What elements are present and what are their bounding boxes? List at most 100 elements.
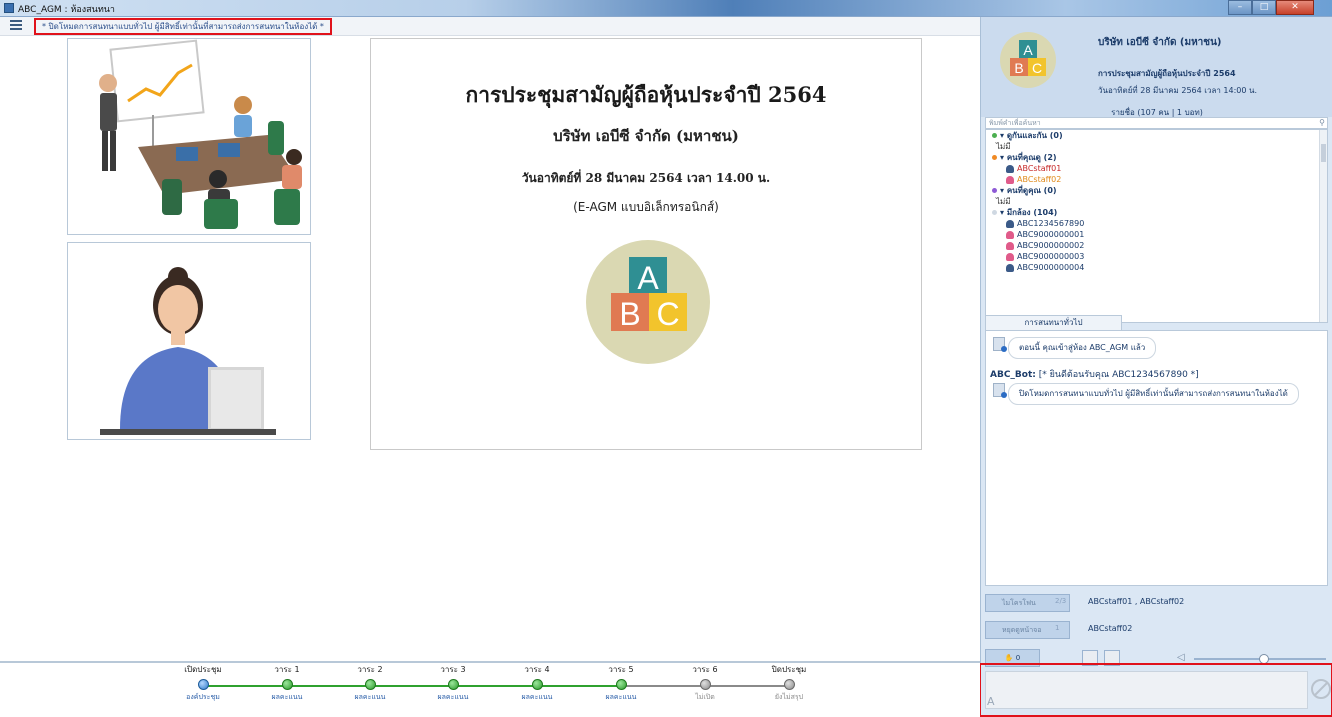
tree-group[interactable]: ▾ คนที่ดูคุณ (0) [986,185,1327,196]
stop-screen-label: หยุดดูหน้าจอ [1002,626,1042,634]
presentation-slide: การประชุมสามัญผู้ถือหุ้นประจำปี 2564 บริ… [370,38,922,450]
timeline-dot-icon[interactable] [531,679,543,690]
timeline-step[interactable]: เปิดประชุมองค์ประชุม [168,663,238,703]
timeline-dot-icon[interactable] [364,679,376,690]
search-icon[interactable]: ⚲ [1319,118,1325,128]
tree-user-name: ABC9000000004 [1017,263,1085,272]
user-icon [1006,263,1014,272]
maximize-button[interactable]: □ [1252,0,1276,15]
logo-letter-b: B [619,296,640,332]
status-dot-icon [992,210,997,215]
user-icon [1006,175,1014,184]
minimize-button[interactable]: – [1228,0,1252,15]
tree-user[interactable]: ABC9000000002 [986,240,1327,251]
timeline-dot-icon[interactable] [281,679,293,690]
bot-icon [993,383,1007,398]
meeting-header: A B C บริษัท เอบีซี จำกัด (มหาชน) การประ… [981,17,1332,117]
timeline-dot-icon[interactable] [197,679,209,690]
slide-mode: (E-AGM แบบอิเล็กทรอนิกส์) [573,200,719,214]
status-dot-icon [992,133,997,138]
status-dot-icon [992,155,997,160]
window-controls: – □ ✕ [1228,0,1314,15]
window-titlebar: ABC_AGM : ห้องสนทนา – □ ✕ [0,0,1332,17]
message-input[interactable] [985,671,1308,709]
tree-group[interactable]: ▾ มีกล้อง (104) [986,207,1327,218]
send-disabled-icon[interactable] [1311,679,1331,699]
timeline-step[interactable]: วาระ 6 ไม่เปิด [670,663,740,703]
slide-date: วันอาทิตย์ที่ 28 มีนาคม 2564 เวลา 14.00 … [521,171,771,185]
tree-empty-label: ไม่มี [996,142,1011,151]
font-icon[interactable]: A [987,695,995,708]
tree-group[interactable]: ▾ คนที่คุณดู (2) [986,152,1327,163]
tree-user[interactable]: ABCstaff02 [986,174,1327,185]
tree-user[interactable]: ABC9000000001 [986,229,1327,240]
timeline-step-status[interactable]: ยังไม่สรุป [754,692,824,703]
tree-user-name: ABC9000000003 [1017,252,1085,261]
chevron-down-icon[interactable]: ▾ [1000,131,1007,140]
timeline-step[interactable]: ปิดประชุม ยังไม่สรุป [754,663,824,703]
timeline-step[interactable]: วาระ 5 ผลคะแนน [586,663,656,703]
timeline-step[interactable]: วาระ 4 ผลคะแนน [502,663,572,703]
participant-illustration [100,267,276,435]
microphone-users: ABCstaff01 , ABCstaff02 [1088,597,1185,606]
timeline-step-status[interactable]: องค์ประชุม [168,692,238,703]
chevron-down-icon[interactable]: ▾ [1000,153,1007,162]
tree-group-label: คนที่คุณดู (2) [1006,153,1057,162]
user-icon [1006,164,1014,173]
window-title: ABC_AGM : ห้องสนทนา [18,5,115,15]
tree-user[interactable]: ABCstaff01 [986,163,1327,174]
timeline-dot-icon[interactable] [615,679,627,690]
tree-user[interactable]: ABC1234567890 [986,218,1327,229]
tree-user-name: ABC9000000002 [1017,241,1085,250]
timeline-step-status[interactable]: ผลคะแนน [586,692,656,703]
timeline-step-name: วาระ 4 [524,665,550,674]
search-input[interactable]: พิมพ์คำเพื่อค้นหา ⚲ [985,117,1328,129]
timeline-step[interactable]: วาระ 1 ผลคะแนน [252,663,322,703]
user-icon [1006,241,1014,250]
search-placeholder: พิมพ์คำเพื่อค้นหา [989,119,1041,127]
tree-scrollbar[interactable] [1319,130,1327,322]
bot-icon [993,337,1007,352]
timeline-dot-icon[interactable] [783,679,795,690]
chevron-down-icon[interactable]: ▾ [1000,208,1007,217]
timeline-step-name: วาระ 6 [692,665,718,674]
timeline-step-status[interactable]: ผลคะแนน [335,692,405,703]
slide-title: การประชุมสามัญผู้ถือหุ้นประจำปี 2564 [465,82,827,107]
timeline-dot-icon[interactable] [447,679,459,690]
tab-general-chat[interactable]: การสนทนาทั่วไป [985,315,1122,330]
timeline-step-status[interactable]: ผลคะแนน [418,692,488,703]
tree-group-label: มีกล้อง (104) [1006,208,1058,217]
timeline-step-status[interactable]: ผลคะแนน [502,692,572,703]
company-logo-c: C [1032,60,1042,76]
user-icon [1006,230,1014,239]
chat-mode-notice: * ปิดโหมดการสนทนาแบบทั่วไป ผู้มีสิทธิ์เท… [34,18,332,35]
timeline-step[interactable]: วาระ 3 ผลคะแนน [418,663,488,703]
menu-icon[interactable] [10,20,22,31]
logo-letter-a: A [637,260,659,296]
hand-count: 0 [1015,654,1021,662]
screen-row: หยุดดูหน้าจอ 1 ABCstaff02 [985,621,1328,639]
microphone-row: ไมโครโฟน 2/3 ABCstaff01 , ABCstaff02 [985,594,1328,612]
timeline-step[interactable]: วาระ 2 ผลคะแนน [335,663,405,703]
timeline-dot-icon[interactable] [699,679,711,690]
tree-user[interactable]: ABC9000000004 [986,262,1327,273]
video-tile-participant[interactable] [67,242,311,440]
participant-tree[interactable]: ▾ ดูกันและกัน (0) ไม่มี ▾ คนที่คุณดู (2) AB… [985,129,1328,323]
tree-empty-label: ไม่มี [996,197,1011,206]
tree-group[interactable]: ▾ ดูกันและกัน (0) [986,130,1327,141]
chevron-down-icon[interactable]: ▾ [1000,186,1007,195]
tree-scroll-thumb[interactable] [1321,144,1326,162]
close-button[interactable]: ✕ [1276,0,1314,15]
tree-user[interactable]: ABC9000000003 [986,251,1327,262]
right-panel: A B C บริษัท เอบีซี จำกัด (มหาชน) การประ… [979,17,1332,717]
timeline-step-name: วาระ 2 [357,665,383,674]
timeline-step-name: วาระ 1 [274,665,300,674]
chat-message-system: ตอนนี้ คุณเข้าสู่ห้อง ABC_AGM แล้ว [1008,337,1157,359]
screen-users: ABCstaff02 [1088,624,1133,633]
video-tile-presentation[interactable] [67,38,311,235]
timeline-step-status[interactable]: ผลคะแนน [252,692,322,703]
timeline-step-status[interactable]: ไม่เปิด [670,692,740,703]
company-logo-a: A [1023,42,1033,58]
timeline-step-name: เปิดประชุม [184,665,222,674]
volume-icon[interactable]: ◁ [1177,652,1185,663]
